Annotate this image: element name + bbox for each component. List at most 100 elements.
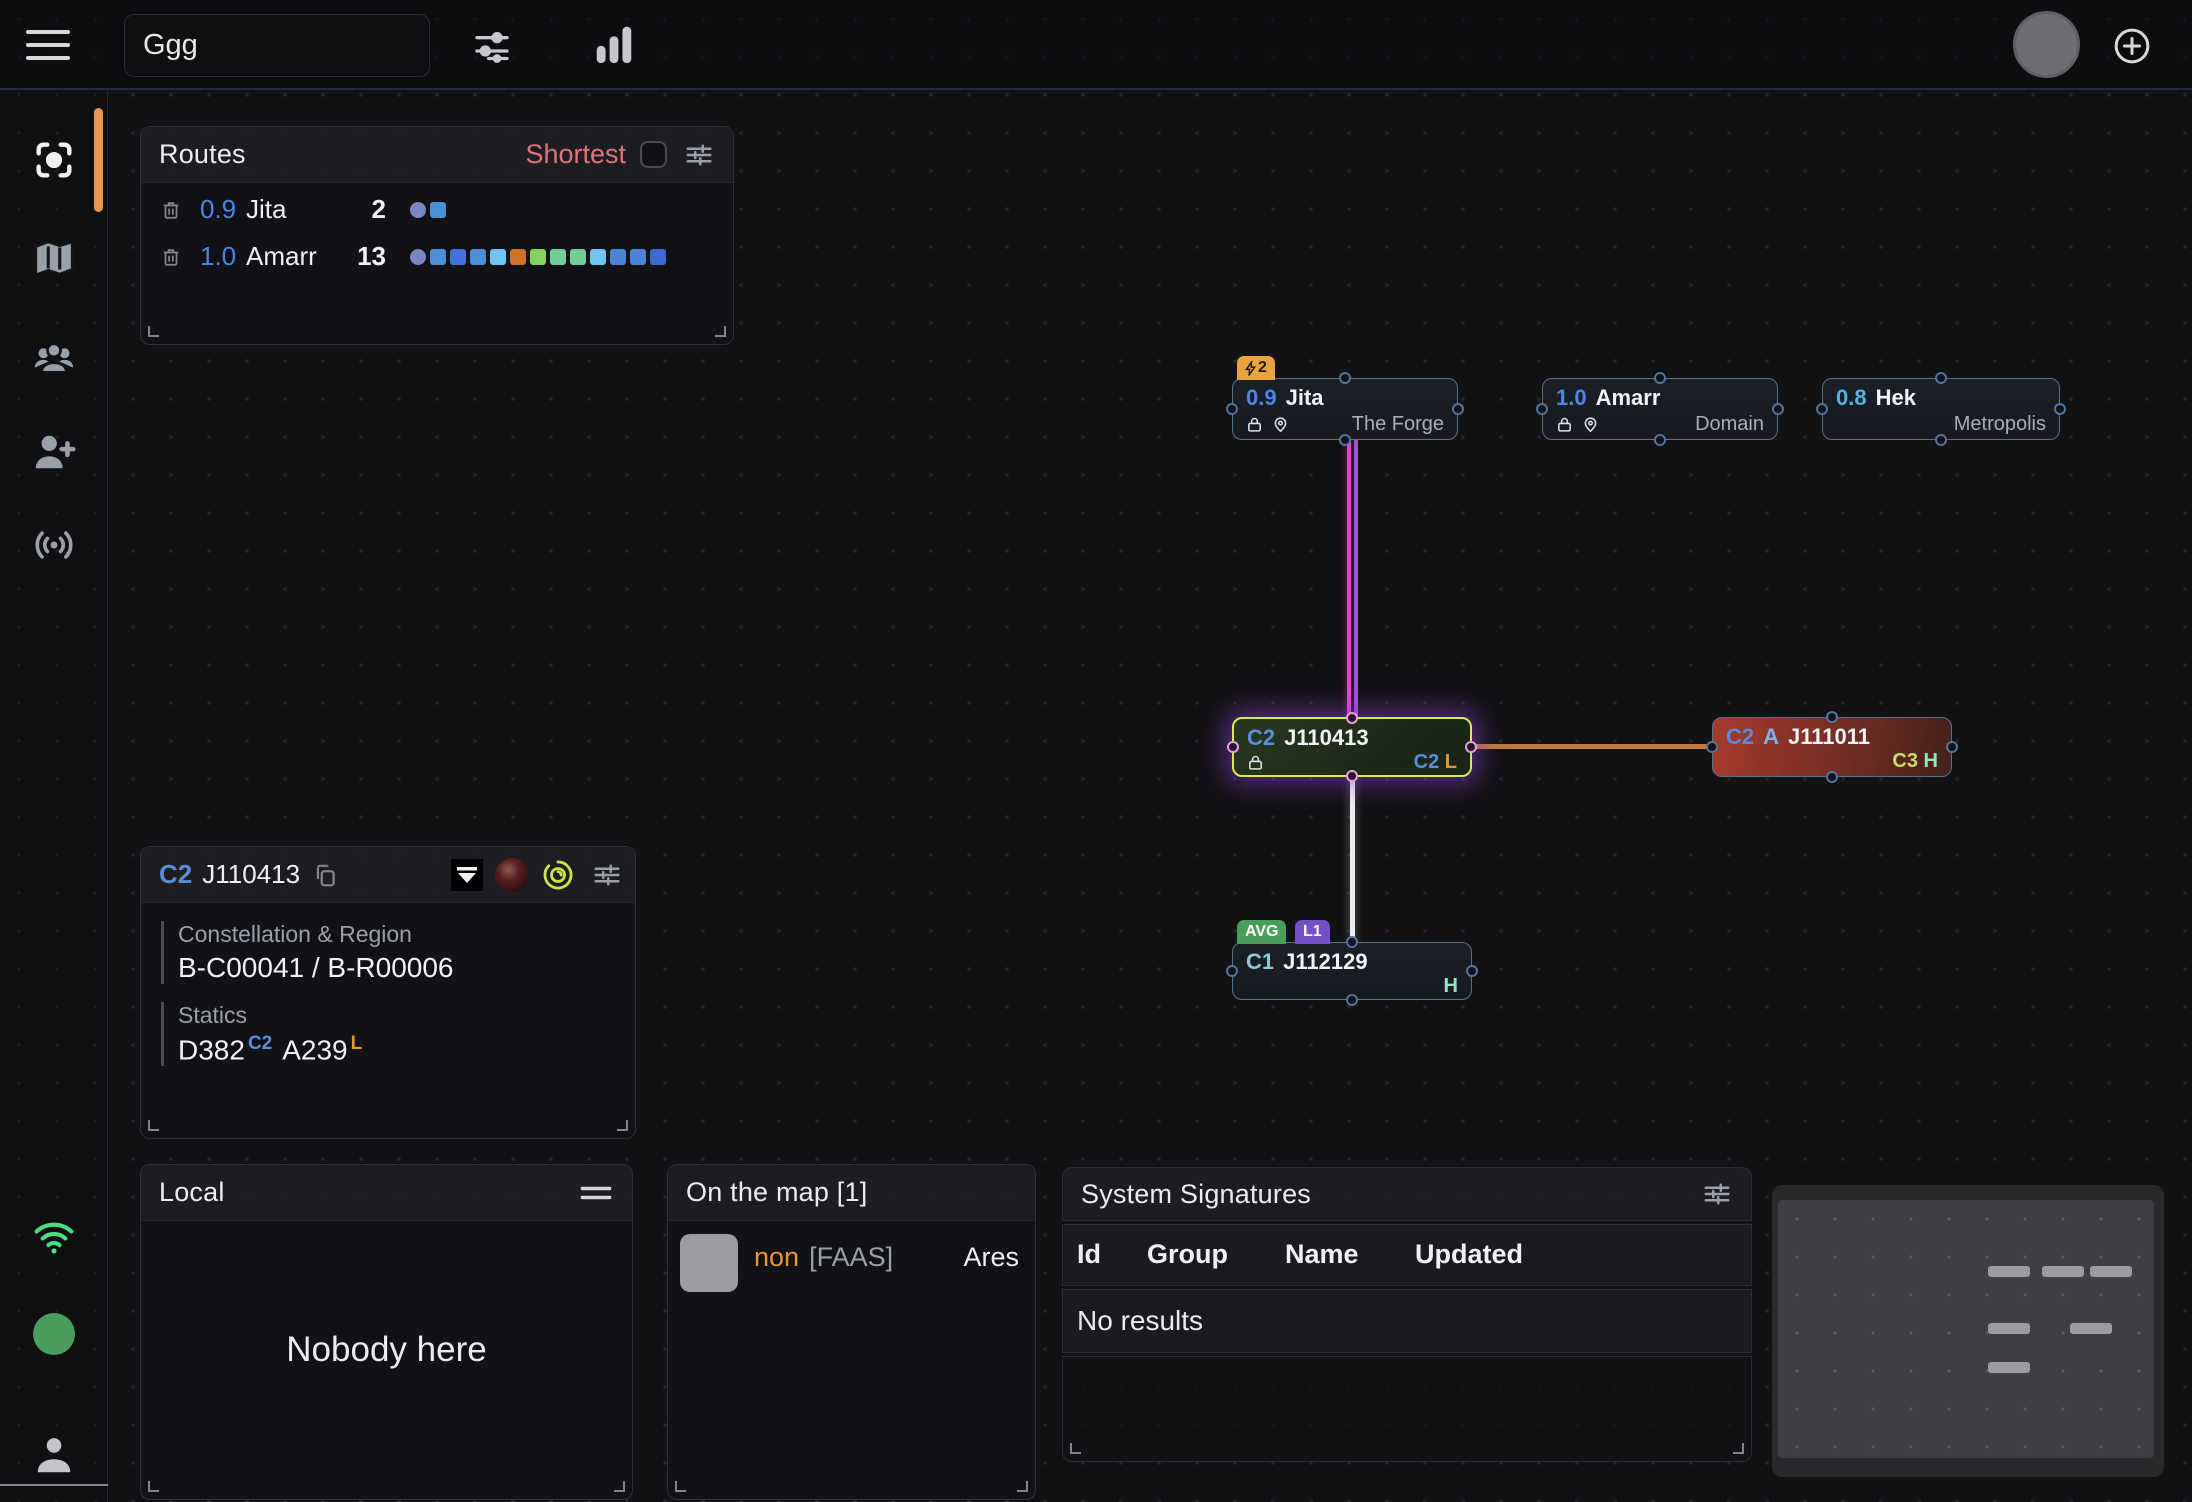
system-node-hek[interactable]: 0.8 Hek Metropolis <box>1822 378 2060 440</box>
route-system-chip[interactable] <box>590 249 606 265</box>
column-updated[interactable]: Updated <box>1415 1239 1523 1270</box>
system-effect-icon[interactable] <box>541 858 575 892</box>
connector-dot[interactable] <box>1466 965 1478 977</box>
route-system-chip[interactable] <box>610 249 626 265</box>
routes-panel-header[interactable]: Routes Shortest <box>141 127 733 183</box>
route-system-chip[interactable] <box>650 249 666 265</box>
route-system-chip[interactable] <box>570 249 586 265</box>
route-row-jita[interactable]: 0.9 Jita 2 <box>141 189 733 230</box>
resize-handle[interactable] <box>617 1120 628 1131</box>
connector-dot[interactable] <box>1536 403 1548 415</box>
route-row-amarr[interactable]: 1.0 Amarr 13 <box>141 236 733 277</box>
pilot-row[interactable]: non [FAAS] Ares <box>668 1221 1035 1292</box>
connector-dot[interactable] <box>1346 994 1358 1006</box>
connector-dot[interactable] <box>1452 403 1464 415</box>
route-system-chips[interactable] <box>410 249 666 265</box>
minimap-node <box>1988 1266 2030 1277</box>
connector-dot[interactable] <box>1946 741 1958 753</box>
map-icon[interactable] <box>31 235 77 281</box>
route-system-chips[interactable] <box>410 202 446 218</box>
connector-dot[interactable] <box>1226 965 1238 977</box>
column-id[interactable]: Id <box>1077 1239 1101 1270</box>
status-dot[interactable] <box>33 1313 75 1355</box>
connector-dot[interactable] <box>1826 771 1838 783</box>
system-node-j111011[interactable]: C2 A J111011 C3 H <box>1712 717 1952 777</box>
system-info-header[interactable]: C2 J110413 <box>141 847 635 903</box>
connector-dot[interactable] <box>1826 711 1838 723</box>
routes-settings-icon[interactable] <box>683 140 715 170</box>
route-system-chip[interactable] <box>410 202 426 218</box>
column-name[interactable]: Name <box>1285 1239 1359 1270</box>
connector-dot[interactable] <box>1654 372 1666 384</box>
user-avatar[interactable] <box>2013 11 2080 78</box>
add-character-icon[interactable] <box>31 429 77 475</box>
filter-sliders-icon[interactable] <box>471 26 513 66</box>
connector-dot[interactable] <box>1227 741 1239 753</box>
system-node-amarr[interactable]: 1.0 Amarr Domain <box>1542 378 1778 440</box>
connector-dot[interactable] <box>1935 372 1947 384</box>
local-menu-icon[interactable] <box>578 1182 614 1204</box>
column-group[interactable]: Group <box>1147 1239 1228 1270</box>
resize-handle[interactable] <box>675 1481 686 1492</box>
route-system-chip[interactable] <box>550 249 566 265</box>
route-system-chip[interactable] <box>410 249 426 265</box>
resize-handle[interactable] <box>614 1481 625 1492</box>
region-section: Constellation & Region B-C00041 / B-R000… <box>161 921 635 984</box>
connector-dot[interactable] <box>1339 372 1351 384</box>
copy-icon[interactable] <box>312 861 338 889</box>
route-mode-label[interactable]: Shortest <box>525 139 626 170</box>
resize-handle[interactable] <box>148 1120 159 1131</box>
delete-route-icon[interactable] <box>160 245 200 269</box>
connector-dot[interactable] <box>1346 936 1358 948</box>
focus-tracking-icon[interactable] <box>31 137 77 183</box>
system-node-jita[interactable]: 2 0.9 Jita The Forge <box>1232 378 1458 440</box>
minimap-viewport[interactable] <box>1778 1200 2154 1458</box>
route-system-chip[interactable] <box>450 249 466 265</box>
resize-handle[interactable] <box>715 326 726 337</box>
profile-icon[interactable] <box>31 1432 77 1478</box>
resize-handle[interactable] <box>148 1481 159 1492</box>
menu-icon[interactable] <box>26 30 70 60</box>
route-system-chip[interactable] <box>470 249 486 265</box>
characters-icon[interactable] <box>30 335 78 381</box>
resize-handle[interactable] <box>148 326 159 337</box>
system-node-j112129[interactable]: AVG L1 C1 J112129 H <box>1232 942 1472 1000</box>
connector-dot[interactable] <box>2054 403 2066 415</box>
route-system-chip[interactable] <box>430 202 446 218</box>
resize-handle[interactable] <box>1733 1443 1744 1454</box>
route-system-chip[interactable] <box>630 249 646 265</box>
system-type-icon[interactable] <box>451 859 483 891</box>
wormhole-class-image[interactable] <box>495 858 529 892</box>
connector-dot[interactable] <box>1465 741 1477 753</box>
sidebar <box>0 90 108 1502</box>
delete-route-icon[interactable] <box>160 198 200 222</box>
route-system-chip[interactable] <box>490 249 506 265</box>
resize-handle[interactable] <box>1017 1481 1028 1492</box>
local-panel-header[interactable]: Local <box>141 1165 632 1221</box>
system-node-j110413[interactable]: C2 J110413 C2 L <box>1232 717 1472 777</box>
connector-dot[interactable] <box>1654 434 1666 446</box>
route-mode-checkbox[interactable] <box>640 141 667 168</box>
route-system-chip[interactable] <box>510 249 526 265</box>
connector-dot[interactable] <box>1935 434 1947 446</box>
broadcast-icon[interactable] <box>29 522 79 568</box>
ship-type: Ares <box>963 1242 1019 1273</box>
route-system-chip[interactable] <box>530 249 546 265</box>
signatures-header[interactable]: System Signatures <box>1062 1167 1752 1221</box>
minimap[interactable] <box>1772 1185 2164 1477</box>
on-the-map-header[interactable]: On the map [1] <box>668 1165 1035 1221</box>
system-info-settings-icon[interactable] <box>591 860 623 890</box>
connector-dot[interactable] <box>1772 403 1784 415</box>
signatures-settings-icon[interactable] <box>1701 1179 1733 1209</box>
resize-handle[interactable] <box>1070 1443 1081 1454</box>
connector-dot[interactable] <box>1346 712 1358 724</box>
connector-dot[interactable] <box>1339 434 1351 446</box>
connector-dot[interactable] <box>1706 741 1718 753</box>
connector-dot[interactable] <box>1346 770 1358 782</box>
map-name-input[interactable] <box>124 14 430 77</box>
add-map-icon[interactable] <box>2112 26 2152 66</box>
statistics-icon[interactable] <box>591 20 637 68</box>
connector-dot[interactable] <box>1816 403 1828 415</box>
route-system-chip[interactable] <box>430 249 446 265</box>
connector-dot[interactable] <box>1226 403 1238 415</box>
